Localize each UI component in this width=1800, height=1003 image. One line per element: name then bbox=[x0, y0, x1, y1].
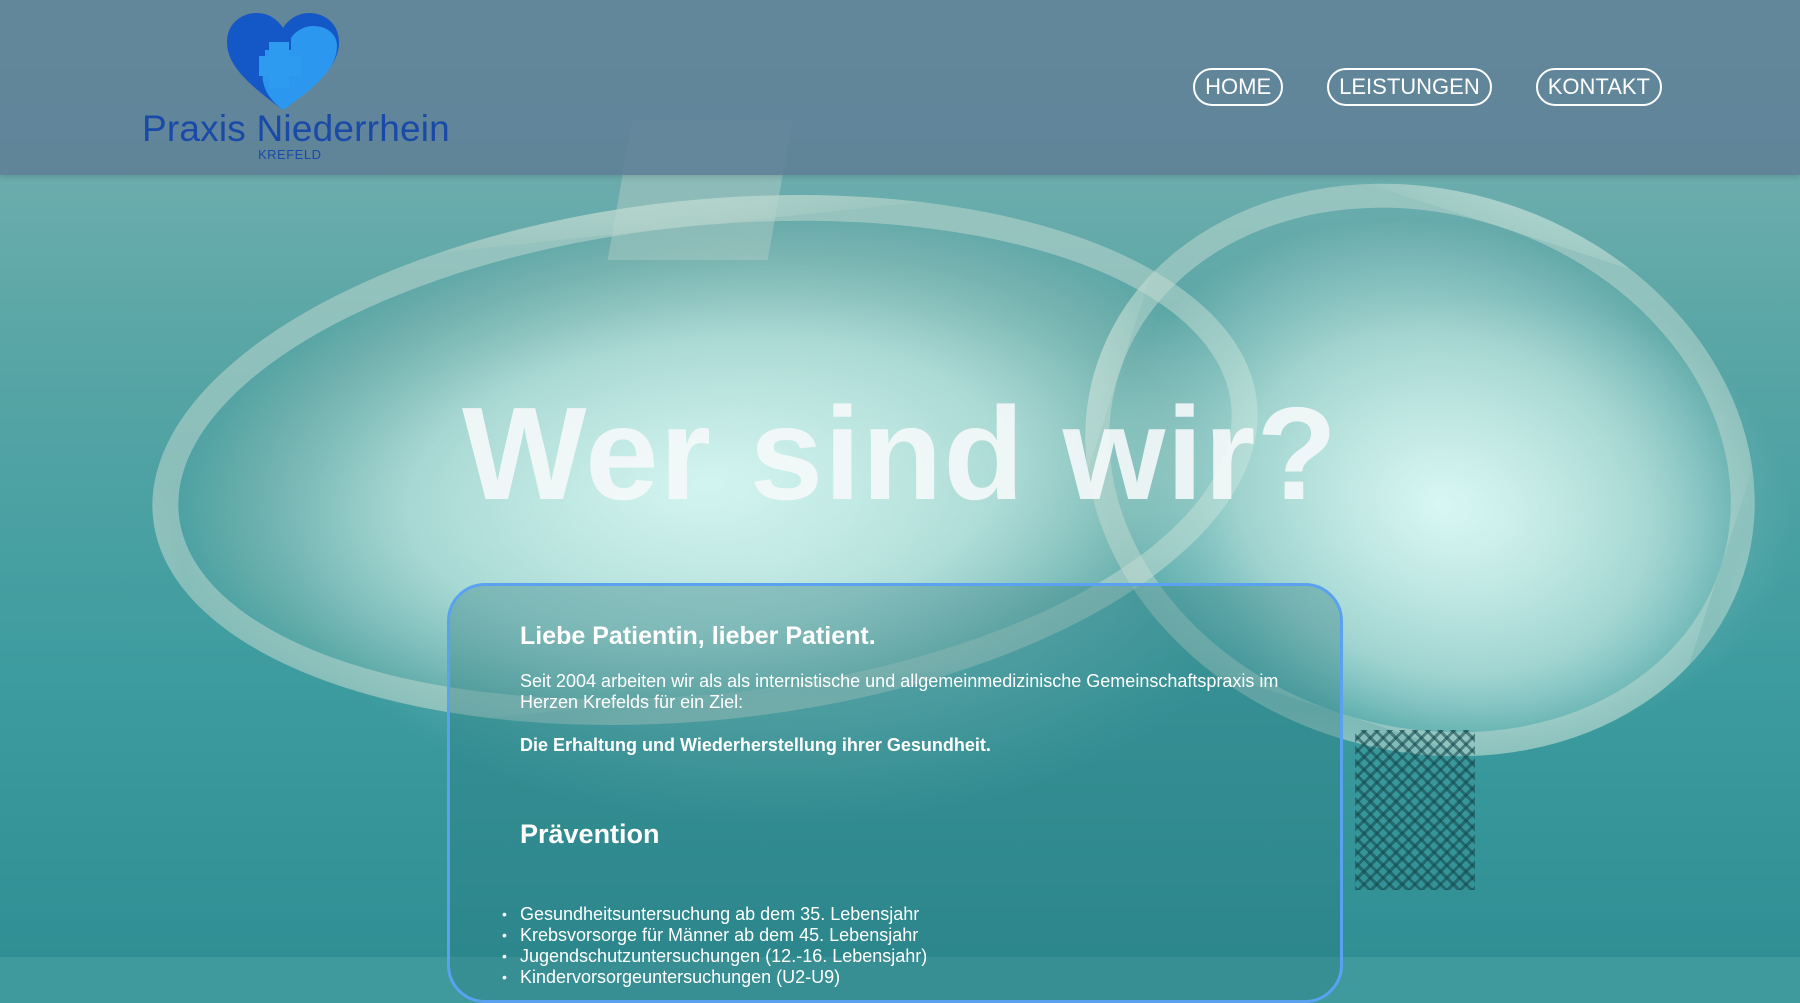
intro-paragraph: Seit 2004 arbeiten wir als als internist… bbox=[520, 671, 1279, 712]
prevention-list: Gesundheitsuntersuchung ab dem 35. Leben… bbox=[502, 904, 1280, 988]
heart-cross-icon bbox=[227, 13, 339, 110]
intro-goal: Die Erhaltung und Wiederherstellung ihre… bbox=[520, 735, 991, 755]
brand-city: KREFELD bbox=[258, 147, 322, 162]
nav-home[interactable]: HOME bbox=[1193, 68, 1284, 106]
prevention-heading: Prävention bbox=[520, 819, 660, 849]
wall-vent bbox=[1355, 730, 1475, 890]
logo[interactable]: Praxis Niederrhein KREFELD bbox=[140, 12, 450, 162]
list-item: Kindervorsorgeuntersuchungen (U2-U9) bbox=[502, 967, 1280, 988]
list-item: Krebsvorsorge für Männer ab dem 45. Lebe… bbox=[502, 925, 1280, 946]
main-nav: HOME LEISTUNGEN KONTAKT bbox=[1193, 68, 1662, 106]
hero-title: Wer sind wir? bbox=[461, 380, 1339, 528]
brand-name: Praxis Niederrhein bbox=[142, 108, 450, 149]
intro-card-content: Liebe Patientin, lieber Patient. Seit 20… bbox=[502, 622, 1280, 988]
nav-leistungen[interactable]: LEISTUNGEN bbox=[1327, 68, 1492, 106]
list-item: Gesundheitsuntersuchung ab dem 35. Leben… bbox=[502, 904, 1280, 925]
intro-card: Liebe Patientin, lieber Patient. Seit 20… bbox=[447, 583, 1343, 1003]
site-header: Praxis Niederrhein KREFELD HOME LEISTUNG… bbox=[0, 0, 1800, 175]
nav-kontakt[interactable]: KONTAKT bbox=[1535, 68, 1662, 106]
intro-heading: Liebe Patientin, lieber Patient. bbox=[520, 622, 876, 650]
